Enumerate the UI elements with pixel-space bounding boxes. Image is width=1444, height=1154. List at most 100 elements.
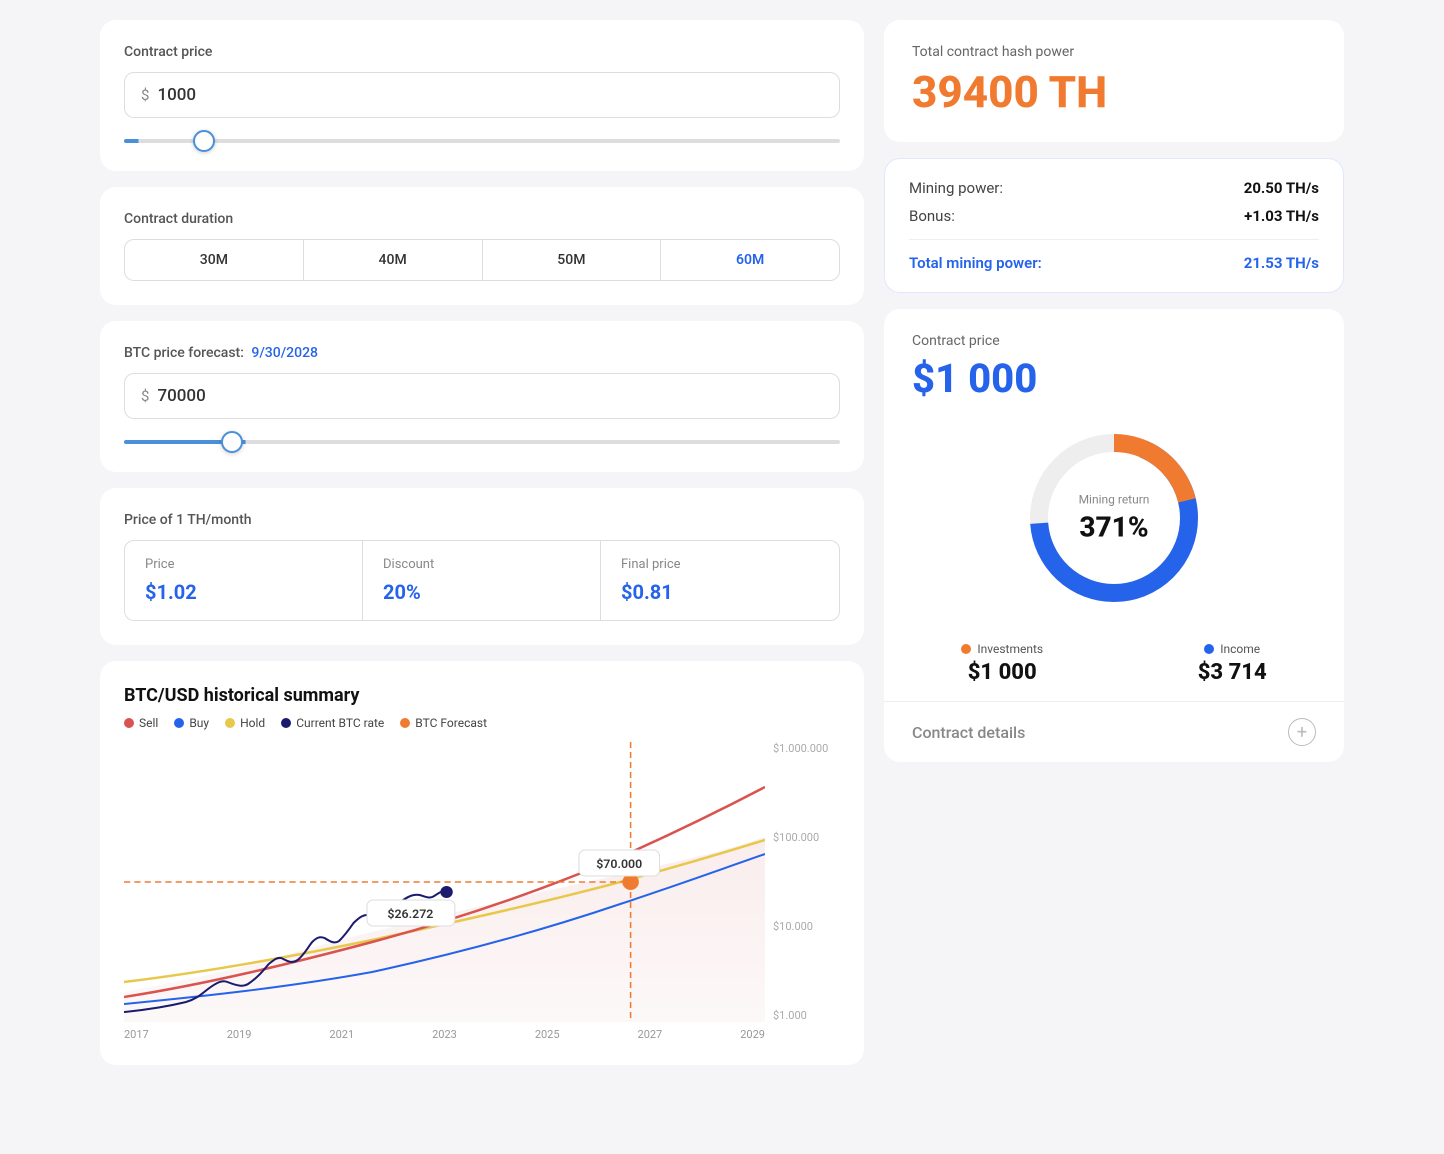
mining-power-label: Mining power: xyxy=(909,179,1003,197)
x-label-3: 2021 xyxy=(329,1028,354,1041)
y-label-4: $1.000 xyxy=(773,1009,840,1022)
buy-dot xyxy=(174,718,184,728)
investments-legend: Investments xyxy=(961,642,1043,656)
income-label: Income xyxy=(1220,642,1260,656)
y-label-2: $100.000 xyxy=(773,831,840,844)
income-dot xyxy=(1204,644,1214,654)
hash-power-label: Total contract hash power xyxy=(912,44,1316,60)
tooltip2-text: $70.000 xyxy=(596,857,642,871)
discount-value: 20% xyxy=(383,580,580,604)
total-mining-row: Total mining power: 21.53 TH/s xyxy=(909,254,1319,272)
buy-label: Buy xyxy=(189,716,209,730)
contract-duration-label: Contract duration xyxy=(124,211,840,227)
final-price-value: $0.81 xyxy=(621,580,819,604)
current-btc-dot-chart xyxy=(440,886,452,898)
contract-summary-card: Contract price $1 000 Mining return xyxy=(884,309,1344,762)
right-panel: Total contract hash power 39400 TH Minin… xyxy=(884,20,1344,1065)
x-label-7: 2029 xyxy=(740,1028,765,1041)
x-label-5: 2025 xyxy=(535,1028,560,1041)
tab-50m[interactable]: 50M xyxy=(483,240,662,280)
donut-pct: 371% xyxy=(1079,511,1150,544)
final-price-label: Final price xyxy=(621,557,819,572)
contract-price-input-wrap: $ 1000 xyxy=(124,72,840,118)
contract-price-section: Contract price $1 000 xyxy=(884,309,1344,402)
current-btc-dot xyxy=(281,718,291,728)
chart-container: $26.272 $70.000 $1.000.000 $100.000 $10.… xyxy=(124,742,840,1041)
chart-area-wrap: $26.272 $70.000 $1.000.000 $100.000 $10.… xyxy=(124,742,840,1022)
contract-price-card: Contract price $ 1000 xyxy=(100,20,864,171)
x-label-6: 2027 xyxy=(638,1028,663,1041)
hold-label: Hold xyxy=(240,716,265,730)
donut-section: Mining return 371% Investments $1 000 xyxy=(884,418,1344,701)
tooltip1-text: $26.272 xyxy=(387,907,433,921)
x-label-1: 2017 xyxy=(124,1028,149,1041)
contract-price-label: Contract price xyxy=(124,44,840,60)
invest-income-row: Investments $1 000 Income $3 714 xyxy=(884,642,1344,685)
legend-hold: Hold xyxy=(225,716,265,730)
total-mining-label: Total mining power: xyxy=(909,254,1042,272)
bonus-label: Bonus: xyxy=(909,207,955,225)
btc-forecast-display: 70000 xyxy=(157,386,205,406)
chart-legend: Sell Buy Hold Current BTC rate BTC Forec… xyxy=(124,716,840,730)
income-value: $3 714 xyxy=(1198,660,1267,685)
btc-forecast-label: BTC price forecast: 9/30/2028 xyxy=(124,345,840,361)
price-cell: Price $1.02 xyxy=(125,541,363,620)
x-label-4: 2023 xyxy=(432,1028,457,1041)
chart-card: BTC/USD historical summary Sell Buy Hold… xyxy=(100,661,864,1065)
price-value: $1.02 xyxy=(145,580,342,604)
legend-sell: Sell xyxy=(124,716,158,730)
contract-details-label: Contract details xyxy=(912,723,1025,742)
y-label-3: $10.000 xyxy=(773,920,840,933)
duration-tabs: 30M 40M 50M 60M xyxy=(124,239,840,281)
tab-40m[interactable]: 40M xyxy=(304,240,483,280)
hash-power-value: 39400 TH xyxy=(912,66,1316,118)
discount-cell: Discount 20% xyxy=(363,541,601,620)
discount-label: Discount xyxy=(383,557,580,572)
btc-forecast-dot xyxy=(400,718,410,728)
bonus-value: +1.03 TH/s xyxy=(1244,207,1319,225)
investments-label: Investments xyxy=(977,642,1043,656)
btc-dollar-sign: $ xyxy=(141,387,149,405)
hold-dot xyxy=(225,718,235,728)
contract-price-right-value: $1 000 xyxy=(912,355,1316,402)
investments-dot xyxy=(961,644,971,654)
price-th-label: Price of 1 TH/month xyxy=(124,512,840,528)
legend-current-btc: Current BTC rate xyxy=(281,716,384,730)
mining-power-value: 20.50 TH/s xyxy=(1244,179,1319,197)
investments-value: $1 000 xyxy=(961,660,1043,685)
tab-60m[interactable]: 60M xyxy=(661,240,839,280)
contract-price-slider-wrap xyxy=(124,128,840,147)
contract-price-slider[interactable] xyxy=(124,139,840,143)
sell-dot xyxy=(124,718,134,728)
tab-30m[interactable]: 30M xyxy=(125,240,304,280)
mining-power-row: Mining power: 20.50 TH/s xyxy=(909,179,1319,197)
income-item: Income $3 714 xyxy=(1198,642,1267,685)
btc-forecast-slider[interactable] xyxy=(124,440,840,444)
left-panel: Contract price $ 1000 Contract duration … xyxy=(100,20,864,1065)
y-label-1: $1.000.000 xyxy=(773,742,840,755)
current-btc-label: Current BTC rate xyxy=(296,716,384,730)
donut-chart-wrap: Mining return 371% xyxy=(1014,418,1214,618)
donut-center: Mining return 371% xyxy=(1079,493,1150,544)
chart-svg: $26.272 $70.000 xyxy=(124,742,765,1022)
price-label: Price xyxy=(145,557,342,572)
legend-btc-forecast: BTC Forecast xyxy=(400,716,487,730)
price-th-card: Price of 1 TH/month Price $1.02 Discount… xyxy=(100,488,864,645)
btc-forecast-card: BTC price forecast: 9/30/2028 $ 70000 xyxy=(100,321,864,472)
contract-price-right-label: Contract price xyxy=(912,333,1316,349)
price-grid: Price $1.02 Discount 20% Final price $0.… xyxy=(124,540,840,621)
hash-power-card: Total contract hash power 39400 TH xyxy=(884,20,1344,142)
sell-label: Sell xyxy=(139,716,158,730)
mining-divider xyxy=(909,239,1319,240)
btc-forecast-legend-label: BTC Forecast xyxy=(415,716,487,730)
contract-price-display: 1000 xyxy=(157,85,196,105)
bonus-row: Bonus: +1.03 TH/s xyxy=(909,207,1319,225)
investments-item: Investments $1 000 xyxy=(961,642,1043,685)
contract-details-expand-button[interactable]: + xyxy=(1288,718,1316,746)
x-labels: 2017 2019 2021 2023 2025 2027 2029 xyxy=(124,1028,840,1041)
contract-details-row: Contract details + xyxy=(884,701,1344,762)
final-price-cell: Final price $0.81 xyxy=(601,541,839,620)
btc-forecast-date[interactable]: 9/30/2028 xyxy=(251,345,318,361)
x-label-2: 2019 xyxy=(227,1028,252,1041)
btc-forecast-input-wrap: $ 70000 xyxy=(124,373,840,419)
